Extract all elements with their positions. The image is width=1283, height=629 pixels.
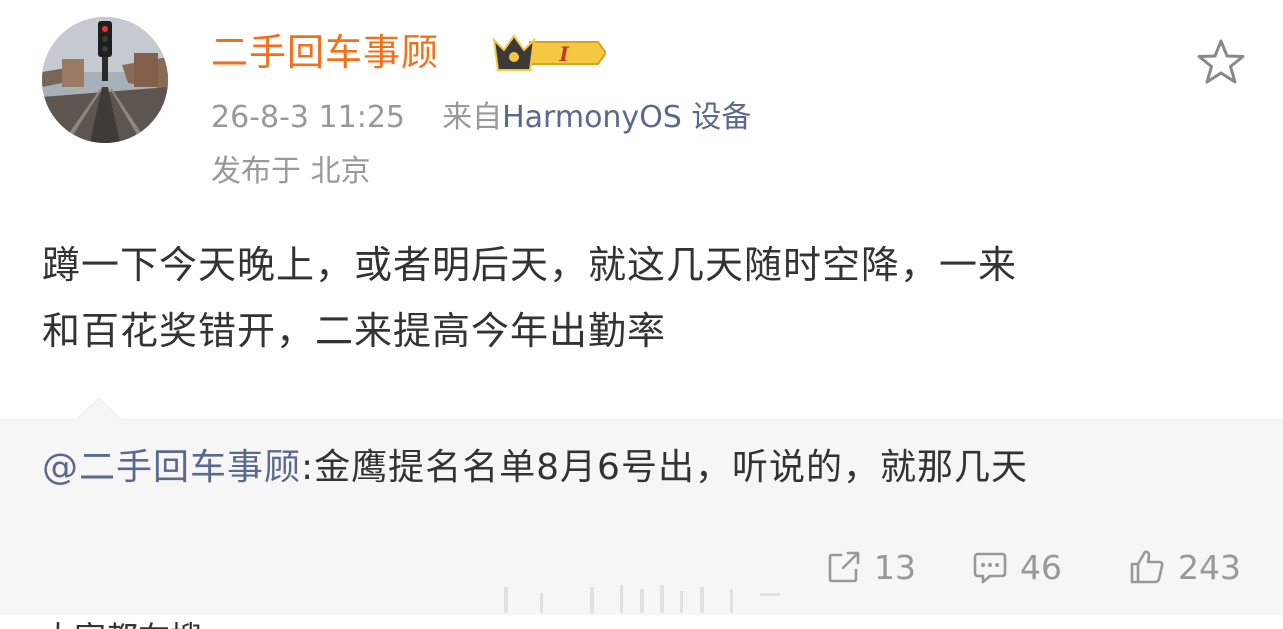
repost-arrow <box>76 397 122 421</box>
next-section-title: 大家都在搜 <box>42 618 202 629</box>
post-meta: 26-8-3 11:25 来自HarmonyOS 设备 <box>211 96 751 140</box>
share-button[interactable]: 13 <box>826 540 916 594</box>
avatar[interactable] <box>42 17 168 143</box>
post-time: 26-8-3 11:25 <box>211 100 405 135</box>
content-line-1: 蹲一下今天晚上，或者明后天，就这几天随时空降，一来 <box>42 243 1018 287</box>
vip-level-text: I <box>558 42 569 66</box>
weibo-post: 二手回车事顾 I 26-8-3 11:25 来自HarmonyOS 设备 发布于… <box>0 0 1283 629</box>
repost-text: @二手回车事顾:金鹰提名名单8月6号出，听说的，就那几天 <box>42 440 1028 496</box>
share-count: 13 <box>874 547 916 587</box>
comment-icon <box>973 552 1007 584</box>
avatar-image <box>42 17 168 143</box>
comment-button[interactable]: 46 <box>972 540 1062 594</box>
content-line-2: 和百花奖错开，二来提高今年出勤率 <box>42 309 667 353</box>
repost-body: :金鹰提名名单8月6号出，听说的，就那几天 <box>301 447 1028 488</box>
comment-count: 46 <box>1020 547 1062 587</box>
next-section: 大家都在搜 <box>0 615 1283 629</box>
device-source[interactable]: HarmonyOS 设备 <box>502 100 751 135</box>
like-button[interactable]: 243 <box>1128 540 1241 594</box>
username[interactable]: 二手回车事顾 <box>211 28 439 78</box>
watermark-lines <box>504 585 780 613</box>
like-count: 243 <box>1178 547 1241 587</box>
post-content: 蹲一下今天晚上，或者明后天，就这几天随时空降，一来 和百花奖错开，二来提高今年出… <box>42 232 1242 364</box>
star-icon[interactable] <box>1196 38 1246 86</box>
repost-mention[interactable]: @二手回车事顾 <box>42 447 301 488</box>
like-icon <box>1130 550 1164 584</box>
source-prefix: 来自 <box>442 100 503 135</box>
vip-crown-badge[interactable]: I <box>490 30 606 76</box>
post-location: 发布于 北京 <box>211 154 371 189</box>
share-icon <box>828 551 860 583</box>
